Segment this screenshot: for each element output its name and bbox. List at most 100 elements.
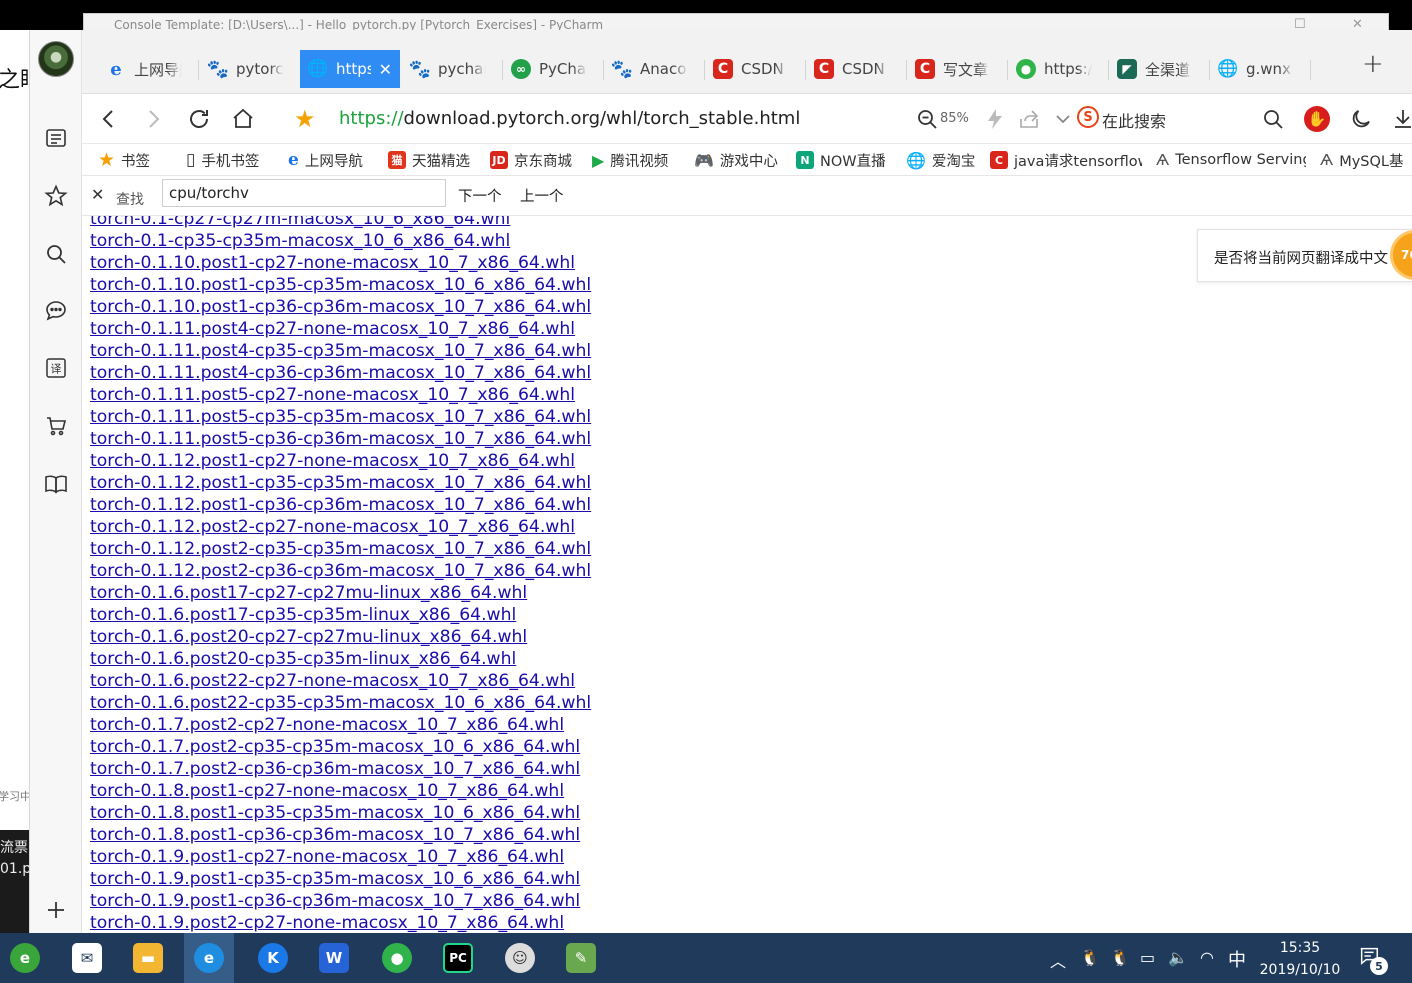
wifi-icon[interactable]: ◠	[1200, 948, 1214, 967]
file-link[interactable]: torch-0.1.11.post4-cp36-cp36m-macosx_10_…	[90, 362, 591, 384]
file-link[interactable]: torch-0.1.6.post17-cp35-cp35m-linux_x86_…	[90, 604, 591, 626]
file-link[interactable]: torch-0.1.7.post2-cp35-cp35m-macosx_10_6…	[90, 736, 591, 758]
taskbar-app-active[interactable]: e	[184, 933, 234, 983]
taskbar-app[interactable]: e	[0, 933, 50, 983]
refresh-button[interactable]	[184, 104, 214, 134]
close-icon[interactable]: ✕	[91, 185, 104, 204]
file-link[interactable]: torch-0.1.11.post5-cp27-none-macosx_10_7…	[90, 384, 591, 406]
tab[interactable]: 🐾 pytorch	[200, 50, 300, 88]
tab[interactable]: 🌐 g.wnx	[1210, 50, 1310, 88]
translate-prompt[interactable]: 是否将当前网页翻译成中文	[1197, 229, 1412, 282]
night-mode-moon-icon[interactable]	[1346, 104, 1376, 134]
search-icon[interactable]	[42, 240, 70, 268]
tab-active[interactable]: 🌐 https ✕	[300, 50, 400, 88]
taskbar-app[interactable]: ●	[372, 933, 422, 983]
file-link[interactable]: torch-0.1.12.post1-cp35-cp35m-macosx_10_…	[90, 472, 591, 494]
background-pycharm-window[interactable]: Console Template: [D:\Users\...] - Hello…	[83, 13, 1389, 31]
chevron-down-icon[interactable]	[1048, 104, 1078, 134]
search-icon[interactable]	[1258, 104, 1288, 134]
notification-center-icon[interactable]: 5	[1358, 945, 1388, 975]
tab[interactable]: C CSDN	[806, 50, 906, 88]
bookmark-item[interactable]: Ѧ Tensorflow Serving	[1156, 149, 1306, 171]
bookmark-item[interactable]: N NOW直播	[796, 149, 886, 171]
close-tab-icon[interactable]: ✕	[379, 60, 392, 79]
file-link[interactable]: torch-0.1.10.post1-cp27-none-macosx_10_7…	[90, 252, 591, 274]
adblock-hand-icon[interactable]: ✋	[1304, 106, 1330, 132]
bookmark-item[interactable]: e 上网导航	[288, 149, 363, 171]
shopping-cart-icon[interactable]	[42, 412, 70, 440]
chat-icon[interactable]	[42, 297, 70, 325]
search-input[interactable]: 在此搜索	[1102, 108, 1166, 132]
taskbar-app[interactable]: ✉	[62, 933, 112, 983]
tab[interactable]: C 写文章	[907, 50, 1007, 88]
file-link[interactable]: torch-0.1.12.post2-cp36-cp36m-macosx_10_…	[90, 560, 591, 582]
file-link[interactable]: torch-0.1-cp35-cp35m-macosx_10_6_x86_64.…	[90, 230, 591, 252]
find-prev-button[interactable]: 上一个	[520, 185, 564, 206]
bookmark-item[interactable]: ▯ 手机书签	[186, 149, 259, 171]
find-input[interactable]	[162, 179, 446, 207]
share-icon[interactable]	[1014, 104, 1044, 134]
zoom-level[interactable]: 85%	[940, 111, 969, 126]
file-link[interactable]: torch-0.1.8.post1-cp27-none-macosx_10_7_…	[90, 780, 591, 802]
qq-tray-icon[interactable]: 🐧	[1080, 948, 1100, 967]
file-link[interactable]: torch-0.1-cp27-cp27m-macosx_10_6_x86_64.…	[90, 216, 591, 230]
taskbar-app[interactable]: W	[309, 933, 359, 983]
file-link[interactable]: torch-0.1.9.post1-cp27-none-macosx_10_7_…	[90, 846, 591, 868]
close-icon[interactable]: ✕	[1352, 17, 1363, 30]
taskbar-app[interactable]: ▬	[123, 933, 173, 983]
tab[interactable]: ∞ PyCharm	[503, 50, 603, 88]
avatar[interactable]	[38, 41, 74, 77]
file-link[interactable]: torch-0.1.9.post2-cp27-none-macosx_10_7_…	[90, 912, 591, 933]
taskbar-app[interactable]: K	[248, 933, 298, 983]
reader-icon[interactable]	[42, 124, 70, 152]
tab[interactable]: ● https:/	[1008, 50, 1108, 88]
tab[interactable]: 🐾 pycharm	[402, 50, 502, 88]
forward-button[interactable]	[138, 104, 168, 134]
file-link[interactable]: torch-0.1.8.post1-cp35-cp35m-macosx_10_6…	[90, 802, 591, 824]
address-bar[interactable]: https://download.pytorch.org/whl/torch_s…	[339, 108, 800, 129]
file-link[interactable]: torch-0.1.11.post5-cp35-cp35m-macosx_10_…	[90, 406, 591, 428]
file-link[interactable]: torch-0.1.6.post20-cp27-cp27mu-linux_x86…	[90, 626, 591, 648]
taskbar-app[interactable]: PC	[433, 933, 483, 983]
bookmark-item[interactable]: Cjava请求tensorflow	[990, 149, 1142, 171]
bookmark-item[interactable]: ★ 书签	[98, 149, 150, 171]
file-link[interactable]: torch-0.1.12.post1-cp36-cp36m-macosx_10_…	[90, 494, 591, 516]
bookmark-item[interactable]: 🌐 爱淘宝	[906, 149, 975, 171]
qq-tray-icon[interactable]: 🐧	[1110, 948, 1130, 967]
file-link[interactable]: torch-0.1.6.post22-cp35-cp35m-macosx_10_…	[90, 692, 591, 714]
bookmark-item[interactable]: 猫天猫精选	[388, 149, 470, 171]
file-link[interactable]: torch-0.1.7.post2-cp36-cp36m-macosx_10_7…	[90, 758, 591, 780]
sogou-search-engine-icon[interactable]: S	[1077, 106, 1099, 128]
file-link[interactable]: torch-0.1.6.post20-cp35-cp35m-linux_x86_…	[90, 648, 591, 670]
tab[interactable]: e 上网导航	[98, 50, 198, 88]
add-icon[interactable]	[42, 896, 70, 924]
back-button[interactable]	[94, 104, 124, 134]
taskbar-app[interactable]: ✎	[556, 933, 606, 983]
file-link[interactable]: torch-0.1.7.post2-cp27-none-macosx_10_7_…	[90, 714, 591, 736]
bookmark-item[interactable]: Ѧ MySQL基	[1320, 149, 1404, 171]
ime-indicator[interactable]: 中	[1228, 946, 1246, 972]
bookmark-star-icon[interactable]: ★	[294, 105, 316, 133]
bookmark-item[interactable]: ▶ 腾讯视频	[592, 149, 668, 171]
bookmark-item[interactable]: JD 京东商城	[490, 149, 572, 171]
file-link[interactable]: torch-0.1.9.post1-cp36-cp36m-macosx_10_7…	[90, 890, 591, 912]
book-icon[interactable]	[42, 470, 70, 498]
volume-icon[interactable]: 🔈	[1168, 948, 1188, 967]
file-link[interactable]: torch-0.1.6.post17-cp27-cp27mu-linux_x86…	[90, 582, 591, 604]
bookmark-item[interactable]: 🎮 游戏中心	[694, 149, 778, 171]
file-link[interactable]: torch-0.1.9.post1-cp35-cp35m-macosx_10_6…	[90, 868, 591, 890]
favorites-star-icon[interactable]	[42, 182, 70, 210]
download-icon[interactable]	[1388, 104, 1412, 134]
find-next-button[interactable]: 下一个	[458, 185, 502, 206]
file-link[interactable]: torch-0.1.12.post1-cp27-none-macosx_10_7…	[90, 450, 591, 472]
file-link[interactable]: torch-0.1.11.post4-cp27-none-macosx_10_7…	[90, 318, 591, 340]
file-link[interactable]: torch-0.1.6.post22-cp27-none-macosx_10_7…	[90, 670, 591, 692]
tab[interactable]: ◤ 全渠道	[1109, 50, 1209, 88]
translate-icon[interactable]: 译	[42, 354, 70, 382]
file-link[interactable]: torch-0.1.11.post5-cp36-cp36m-macosx_10_…	[90, 428, 591, 450]
new-tab-button[interactable]: +	[1362, 49, 1384, 79]
battery-icon[interactable]: ▭	[1140, 948, 1155, 967]
tab[interactable]: C CSDN	[705, 50, 805, 88]
chevron-up-icon[interactable]: ︿	[1050, 948, 1066, 972]
taskbar-app[interactable]: ☺	[495, 933, 545, 983]
